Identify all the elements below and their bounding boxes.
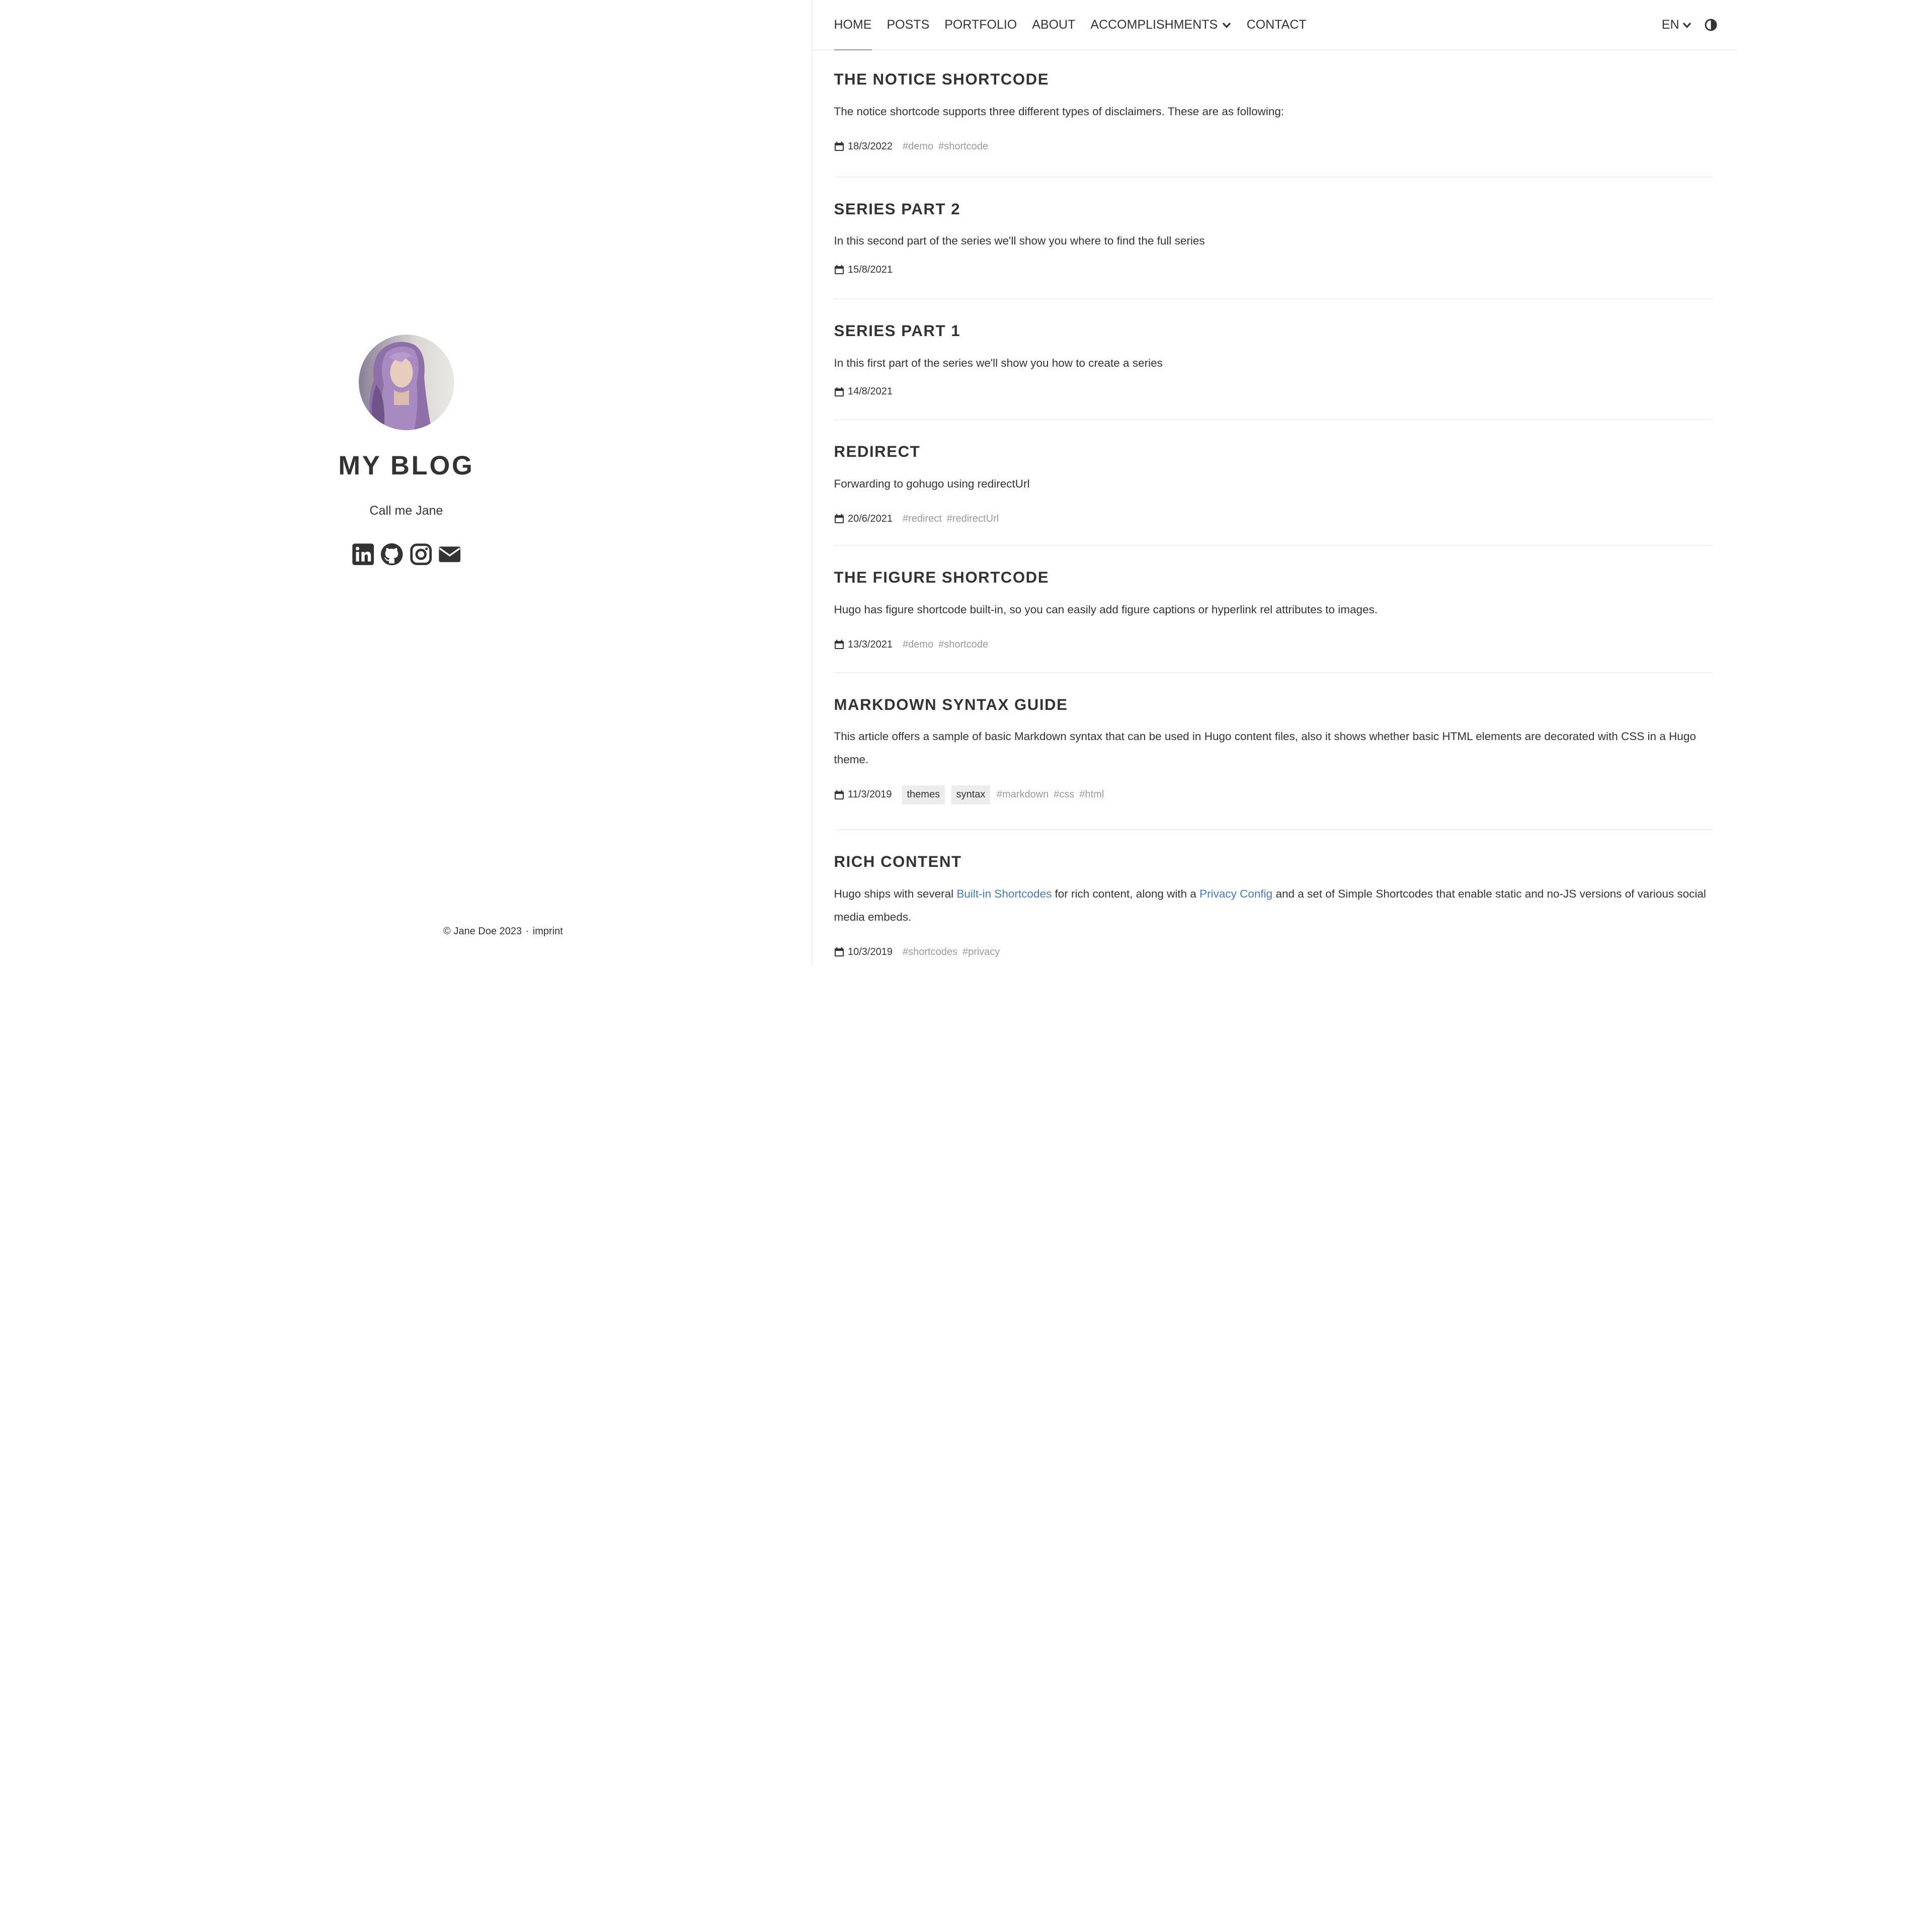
post-meta: 14/8/2021 [834,386,1714,397]
post-meta: 13/3/2021 #demo #shortcode [834,639,1714,651]
imprint-link[interactable]: imprint [533,926,563,937]
linkedin-icon[interactable] [351,542,375,567]
instagram-icon[interactable] [409,542,433,567]
post-tag[interactable]: #shortcode [938,141,988,152]
chevron-down-icon [1222,22,1231,28]
post-tag[interactable]: #redirect [903,513,942,525]
post-title[interactable]: RICH CONTENT [834,853,1714,871]
github-icon[interactable] [380,542,404,567]
tagline: Call me Jane [369,504,443,518]
post-title[interactable]: SERIES PART 1 [834,322,1714,340]
summary-text: Hugo ships with several [834,887,957,900]
post-item: THE NOTICE SHORTCODE The notice shortcod… [834,70,1714,178]
post-tag[interactable]: #html [1079,789,1104,800]
nav-home[interactable]: HOME [834,18,872,49]
post-date: 15/8/2021 [848,264,893,275]
calendar-icon [834,265,844,274]
post-tag[interactable]: #shortcodes [903,946,957,958]
sidebar: MY BLOG Call me Jane © Jane Doe 2023 · imp… [0,0,813,965]
calendar-icon [834,514,844,523]
chevron-down-icon [1682,22,1691,28]
post-date: 11/3/2019 [848,789,892,800]
main-content: HOME POSTS PORTFOLIO ABOUT ACCOMPLISHMEN… [813,0,1737,965]
post-item: SERIES PART 1 In this first part of the … [834,299,1714,420]
post-tag[interactable]: #css [1054,789,1074,800]
post-tag[interactable]: #privacy [962,946,1000,958]
post-title[interactable]: THE FIGURE SHORTCODE [834,569,1714,587]
footer-separator: · [525,926,529,937]
post-date: 20/6/2021 [848,513,893,524]
calendar-icon [834,639,844,649]
post-summary: In this first part of the series we'll s… [834,356,1163,369]
post-item: REDIRECT Forwarding to gohugo using redi… [834,420,1714,546]
post-meta: 18/3/2022 #demo #shortcode [834,141,1714,152]
post-title[interactable]: REDIRECT [834,443,1714,461]
post-list: THE NOTICE SHORTCODE The notice shortcod… [834,70,1714,958]
envelope-icon[interactable] [438,542,462,567]
profile-block: MY BLOG Call me Jane [0,335,813,566]
post-summary: In this second part of the series we'll … [834,234,1205,247]
post-meta: 10/3/2019 #shortcodes #privacy [834,946,1714,958]
builtin-shortcodes-link[interactable]: Built-in Shortcodes [956,888,1052,900]
post-date: 10/3/2019 [848,946,893,957]
post-date: 13/3/2021 [848,638,893,650]
post-item: THE FIGURE SHORTCODE Hugo has figure sho… [834,546,1714,673]
post-category[interactable]: themes [902,785,945,805]
post-tag[interactable]: #markdown [997,789,1049,800]
post-tag[interactable]: #shortcode [938,639,988,651]
calendar-icon [834,141,844,151]
post-item: SERIES PART 2 In this second part of the… [834,178,1714,299]
post-meta: 11/3/2019 themes syntax #markdown #css #… [834,785,1714,805]
post-item: MARKDOWN SYNTAX GUIDE This article offer… [834,673,1714,830]
post-category[interactable]: syntax [951,785,991,805]
nav-links: HOME POSTS PORTFOLIO ABOUT ACCOMPLISHMEN… [834,18,1307,49]
post-summary: This article offers a sample of basic Ma… [834,730,1696,766]
language-switcher[interactable]: EN [1662,18,1692,32]
post-summary: Forwarding to gohugo using redirectUrl [834,477,1030,490]
nav-right: EN [1662,18,1717,32]
post-meta: 15/8/2021 [834,264,1714,276]
post-meta: 20/6/2021 #redirect #redirectUrl [834,513,1714,525]
nav-contact[interactable]: CONTACT [1247,18,1307,32]
calendar-icon [834,387,844,396]
post-date: 18/3/2022 [848,140,893,152]
post-title[interactable]: SERIES PART 2 [834,200,1714,218]
post-title[interactable]: MARKDOWN SYNTAX GUIDE [834,696,1714,714]
nav-portfolio[interactable]: PORTFOLIO [944,18,1017,32]
post-summary: The notice shortcode supports three diff… [834,105,1284,118]
language-label: EN [1661,18,1679,32]
calendar-icon [834,947,844,956]
nav-posts[interactable]: POSTS [887,18,930,32]
post-tag[interactable]: #demo [903,141,933,152]
post-tag[interactable]: #demo [903,639,933,651]
nav-accomplishments[interactable]: ACCOMPLISHMENTS [1090,18,1231,32]
post-title[interactable]: THE NOTICE SHORTCODE [834,70,1714,89]
post-item: RICH CONTENT Hugo ships with several Bui… [834,830,1714,958]
contrast-icon[interactable] [1705,19,1717,31]
post-summary: Hugo ships with several Built-in Shortco… [834,882,1714,929]
social-links [0,542,813,567]
copyright-text: © Jane Doe 2023 [443,926,522,937]
post-summary: Hugo has figure shortcode built-in, so y… [834,603,1378,616]
avatar [358,335,454,430]
post-date: 14/8/2021 [848,386,893,397]
calendar-icon [834,790,844,799]
nav-about[interactable]: ABOUT [1032,18,1075,32]
nav-accomplishments-label: ACCOMPLISHMENTS [1090,18,1218,32]
privacy-config-link[interactable]: Privacy Config [1199,888,1272,900]
post-tag[interactable]: #redirectUrl [947,513,999,525]
site-title[interactable]: MY BLOG [0,450,813,481]
summary-text: for rich content, along with a [1052,887,1200,900]
top-navigation: HOME POSTS PORTFOLIO ABOUT ACCOMPLISHMEN… [813,0,1737,50]
